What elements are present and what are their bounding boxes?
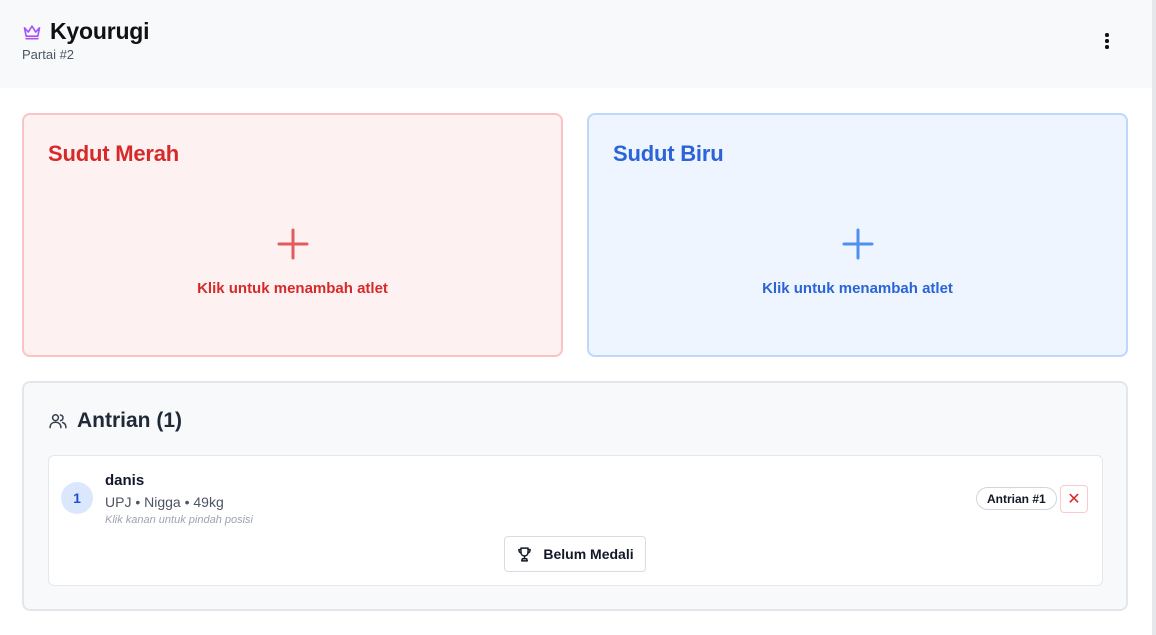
queue-panel: Antrian (1) 1 danis UPJ • Nigga • 49kg K… [22, 381, 1128, 611]
more-options-button[interactable] [1094, 28, 1120, 54]
athlete-details: UPJ • Nigga • 49kg [105, 494, 224, 510]
red-corner-hint: Klik untuk menambah atlet [197, 280, 388, 297]
queue-entry[interactable]: 1 danis UPJ • Nigga • 49kg Klik kanan un… [48, 455, 1103, 586]
queue-position-badge: 1 [61, 482, 93, 514]
queue-title: Antrian (1) [77, 409, 182, 432]
blue-corner-hint: Klik untuk menambah atlet [762, 280, 953, 297]
crown-icon [23, 24, 41, 40]
athlete-name: danis [105, 472, 145, 489]
red-corner-title: Sudut Merah [48, 141, 180, 166]
title-row: Kyourugi [22, 18, 150, 45]
trophy-icon [518, 546, 532, 562]
plus-icon [842, 228, 873, 260]
dot-icon [1105, 33, 1109, 37]
page-subtitle: Partai #2 [22, 47, 75, 62]
queue-status-badge: Antrian #1 [976, 487, 1057, 510]
blue-corner-title: Sudut Biru [613, 141, 724, 166]
blue-corner-card[interactable]: Sudut Biru Klik untuk menambah atlet [587, 113, 1128, 357]
queue-header: Antrian (1) [48, 409, 182, 433]
close-icon: ✕ [1067, 491, 1081, 508]
remove-entry-button[interactable]: ✕ [1060, 485, 1088, 513]
users-icon [49, 414, 67, 429]
medal-button[interactable]: Belum Medali [504, 536, 646, 572]
scrollbar[interactable] [1152, 0, 1156, 635]
red-corner-card[interactable]: Sudut Merah Klik untuk menambah atlet [22, 113, 563, 357]
medal-label: Belum Medali [543, 546, 634, 562]
dot-icon [1105, 45, 1109, 49]
plus-icon [277, 228, 308, 260]
dot-icon [1105, 39, 1109, 43]
reorder-hint: Klik kanan untuk pindah posisi [105, 514, 253, 526]
page-header: Kyourugi Partai #2 [0, 0, 1152, 88]
page-title: Kyourugi [50, 18, 150, 44]
